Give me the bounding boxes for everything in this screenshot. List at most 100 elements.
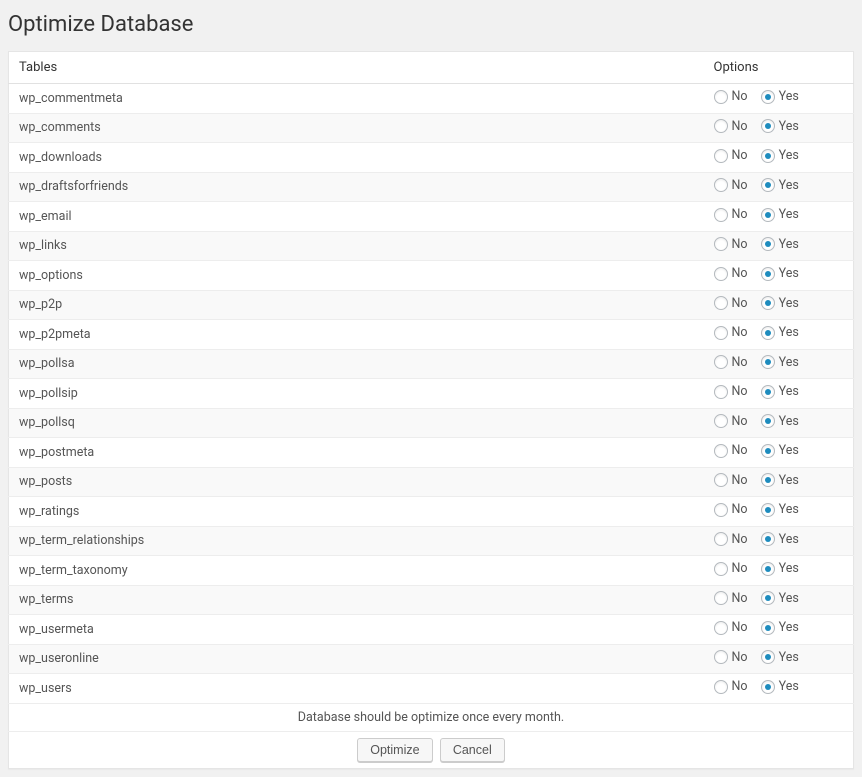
option-no[interactable]: No — [714, 119, 748, 134]
radio-yes-icon — [761, 414, 775, 428]
radio-no-icon — [714, 473, 728, 487]
table-row: wp_commentmeta No Yes — [9, 84, 854, 114]
option-yes[interactable]: Yes — [761, 325, 799, 340]
option-no[interactable]: No — [714, 325, 748, 340]
option-yes-label: Yes — [779, 473, 799, 488]
option-yes-label: Yes — [779, 296, 799, 311]
option-no[interactable]: No — [714, 591, 748, 606]
radio-no-icon — [714, 296, 728, 310]
option-yes[interactable]: Yes — [761, 237, 799, 252]
option-no[interactable]: No — [714, 650, 748, 665]
option-no-label: No — [732, 266, 748, 281]
option-yes[interactable]: Yes — [761, 296, 799, 311]
option-yes[interactable]: Yes — [761, 119, 799, 134]
option-yes-label: Yes — [779, 443, 799, 458]
option-yes[interactable]: Yes — [761, 207, 799, 222]
option-yes[interactable]: Yes — [761, 591, 799, 606]
optimize-button[interactable]: Optimize — [357, 738, 432, 762]
table-row: wp_downloads No Yes — [9, 143, 854, 173]
option-yes[interactable]: Yes — [761, 443, 799, 458]
option-no-label: No — [732, 119, 748, 134]
table-name: wp_downloads — [9, 143, 704, 173]
option-no[interactable]: No — [714, 296, 748, 311]
option-no[interactable]: No — [714, 148, 748, 163]
option-yes[interactable]: Yes — [761, 620, 799, 635]
option-yes[interactable]: Yes — [761, 679, 799, 694]
cancel-button[interactable]: Cancel — [440, 738, 505, 762]
option-no-label: No — [732, 237, 748, 252]
radio-yes-icon — [761, 621, 775, 635]
option-yes[interactable]: Yes — [761, 148, 799, 163]
option-yes[interactable]: Yes — [761, 473, 799, 488]
option-cell: No Yes — [704, 467, 854, 497]
option-yes[interactable]: Yes — [761, 502, 799, 517]
option-no-label: No — [732, 148, 748, 163]
option-no[interactable]: No — [714, 414, 748, 429]
option-no[interactable]: No — [714, 266, 748, 281]
option-no[interactable]: No — [714, 561, 748, 576]
option-yes-label: Yes — [779, 207, 799, 222]
radio-no-icon — [714, 237, 728, 251]
option-yes[interactable]: Yes — [761, 266, 799, 281]
option-no[interactable]: No — [714, 620, 748, 635]
hint-text: Database should be optimize once every m… — [9, 703, 854, 731]
option-yes[interactable]: Yes — [761, 650, 799, 665]
option-cell: No Yes — [704, 320, 854, 350]
option-yes[interactable]: Yes — [761, 178, 799, 193]
option-yes-label: Yes — [779, 620, 799, 635]
option-no[interactable]: No — [714, 207, 748, 222]
option-yes[interactable]: Yes — [761, 414, 799, 429]
option-no[interactable]: No — [714, 502, 748, 517]
option-no-label: No — [732, 591, 748, 606]
option-no[interactable]: No — [714, 443, 748, 458]
option-no-label: No — [732, 414, 748, 429]
option-no[interactable]: No — [714, 178, 748, 193]
option-cell: No Yes — [704, 644, 854, 674]
radio-yes-icon — [761, 355, 775, 369]
radio-no-icon — [714, 650, 728, 664]
table-row: wp_ratings No Yes — [9, 497, 854, 527]
table-row: wp_term_taxonomy No Yes — [9, 556, 854, 586]
option-no[interactable]: No — [714, 89, 748, 104]
option-no[interactable]: No — [714, 679, 748, 694]
option-yes[interactable]: Yes — [761, 89, 799, 104]
option-yes[interactable]: Yes — [761, 384, 799, 399]
option-no[interactable]: No — [714, 355, 748, 370]
option-yes-label: Yes — [779, 355, 799, 370]
option-no[interactable]: No — [714, 384, 748, 399]
radio-yes-icon — [761, 237, 775, 251]
option-yes[interactable]: Yes — [761, 561, 799, 576]
option-cell: No Yes — [704, 143, 854, 173]
table-name: wp_draftsforfriends — [9, 172, 704, 202]
option-no-label: No — [732, 561, 748, 576]
radio-yes-icon — [761, 208, 775, 222]
radio-yes-icon — [761, 267, 775, 281]
option-yes[interactable]: Yes — [761, 355, 799, 370]
radio-no-icon — [714, 208, 728, 222]
radio-no-icon — [714, 562, 728, 576]
option-no-label: No — [732, 502, 748, 517]
option-no[interactable]: No — [714, 473, 748, 488]
option-no[interactable]: No — [714, 532, 748, 547]
col-options: Options — [704, 52, 854, 84]
radio-yes-icon — [761, 503, 775, 517]
radio-no-icon — [714, 119, 728, 133]
radio-yes-icon — [761, 591, 775, 605]
option-cell: No Yes — [704, 497, 854, 527]
table-name: wp_commentmeta — [9, 84, 704, 114]
radio-no-icon — [714, 621, 728, 635]
option-cell: No Yes — [704, 556, 854, 586]
table-row: wp_pollsq No Yes — [9, 408, 854, 438]
radio-no-icon — [714, 532, 728, 546]
option-yes-label: Yes — [779, 532, 799, 547]
radio-yes-icon — [761, 532, 775, 546]
option-yes-label: Yes — [779, 119, 799, 134]
radio-no-icon — [714, 149, 728, 163]
option-cell: No Yes — [704, 113, 854, 143]
radio-yes-icon — [761, 296, 775, 310]
option-no-label: No — [732, 325, 748, 340]
option-no[interactable]: No — [714, 237, 748, 252]
table-name: wp_posts — [9, 467, 704, 497]
option-yes[interactable]: Yes — [761, 532, 799, 547]
radio-no-icon — [714, 503, 728, 517]
